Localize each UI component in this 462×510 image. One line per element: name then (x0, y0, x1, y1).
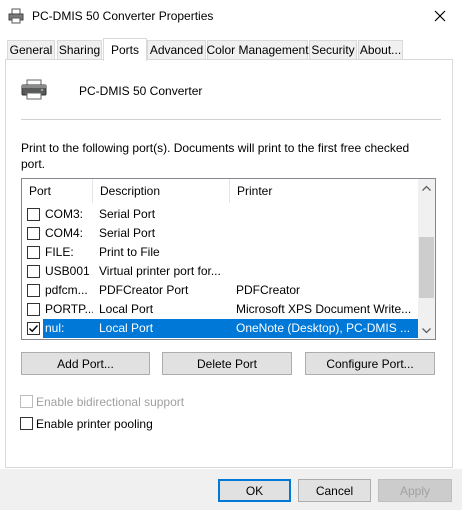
port-description: Serial Port (99, 226, 156, 240)
port-description: Print to File (99, 245, 160, 259)
port-printer (236, 224, 416, 243)
ports-description: Print to the following port(s). Document… (21, 141, 410, 171)
port-name: PORTP... (45, 302, 93, 316)
port-checkbox[interactable] (27, 227, 40, 240)
ok-button[interactable]: OK (218, 479, 291, 502)
port-name: nul: (45, 321, 65, 335)
title-bar: PC-DMIS 50 Converter Properties (0, 0, 462, 33)
scroll-down-button[interactable] (418, 322, 435, 339)
port-name: pdfcm... (45, 283, 88, 297)
column-header-printer[interactable]: Printer (230, 179, 418, 203)
scroll-up-button[interactable] (418, 179, 435, 196)
port-printer: PDFCreator (236, 283, 301, 297)
port-printer (236, 205, 416, 224)
scrollbar-thumb[interactable] (419, 237, 434, 298)
printer-name: PC-DMIS 50 Converter (79, 84, 203, 98)
port-checkbox[interactable] (27, 246, 40, 259)
close-button[interactable] (426, 5, 454, 27)
tab-sharing[interactable]: Sharing (57, 40, 102, 59)
port-description: Serial Port (99, 207, 156, 221)
tab-general[interactable]: General (7, 40, 55, 59)
port-name: COM3: (45, 207, 84, 221)
printer-pooling-label: Enable printer pooling (36, 417, 153, 431)
chevron-down-icon (422, 327, 431, 333)
window-title: PC-DMIS 50 Converter Properties (32, 9, 214, 23)
tab-security[interactable]: Security (309, 40, 357, 59)
chevron-up-icon (422, 185, 431, 191)
divider (21, 119, 441, 120)
port-row-nul[interactable]: nul: Local Port OneNote (Desktop), PC-DM… (22, 319, 418, 338)
apply-button[interactable]: Apply (378, 479, 452, 502)
port-description: Virtual printer port for... (99, 264, 221, 278)
tab-ports[interactable]: Ports (103, 38, 147, 61)
tab-label: General (9, 43, 53, 57)
port-row-portp[interactable]: PORTP... Local Port Microsoft XPS Docume… (22, 300, 418, 319)
printer-icon (8, 8, 24, 24)
port-checkbox[interactable] (27, 265, 40, 278)
port-checkbox[interactable] (27, 284, 40, 297)
tab-label: Sharing (58, 43, 101, 57)
checkmark-icon (29, 325, 39, 333)
column-header-port[interactable]: Port (22, 179, 93, 203)
port-checkbox[interactable] (27, 208, 40, 221)
port-printer (236, 262, 416, 281)
port-checkbox[interactable] (27, 303, 40, 316)
port-row-com4[interactable]: COM4: Serial Port (22, 224, 418, 243)
printer-icon (20, 78, 48, 102)
port-name: USB001 (45, 264, 90, 278)
port-description: Local Port (99, 302, 154, 316)
cancel-button[interactable]: Cancel (298, 479, 371, 502)
tab-label: Ports (110, 43, 139, 57)
tab-label: Advanced (149, 43, 204, 57)
configure-port-button[interactable]: Configure Port... (305, 352, 435, 375)
tab-label: Color Management (206, 43, 309, 57)
port-printer (236, 243, 416, 262)
port-description: PDFCreator Port (99, 283, 189, 297)
tab-color-management[interactable]: Color Management (206, 40, 309, 59)
delete-port-button[interactable]: Delete Port (162, 352, 292, 375)
port-row-com3[interactable]: COM3: Serial Port (22, 205, 418, 224)
port-row-usb001[interactable]: USB001 Virtual printer port for... (22, 262, 418, 281)
tab-advanced[interactable]: Advanced (147, 40, 206, 59)
port-printer: OneNote (Desktop), PC-DMIS ... (236, 321, 411, 335)
printer-pooling-checkbox[interactable] (20, 417, 33, 430)
port-name: FILE: (45, 245, 74, 259)
tab-label: Security (311, 43, 355, 57)
tab-label: About... (359, 43, 402, 57)
port-row-pdfcm[interactable]: pdfcm... PDFCreator Port PDFCreator (22, 281, 418, 300)
vertical-scrollbar[interactable] (418, 179, 435, 339)
tab-about[interactable]: About... (358, 40, 403, 59)
port-description: Local Port (99, 321, 154, 335)
port-checkbox[interactable] (27, 322, 40, 335)
bidirectional-checkbox[interactable] (20, 395, 33, 408)
port-list[interactable]: Port Description Printer COM3: Serial Po… (21, 178, 436, 340)
port-name: COM4: (45, 226, 84, 240)
port-list-header: Port Description Printer (22, 179, 418, 203)
column-header-description[interactable]: Description (93, 179, 230, 203)
port-row-file[interactable]: FILE: Print to File (22, 243, 418, 262)
add-port-button[interactable]: Add Port... (21, 352, 150, 375)
bidirectional-label: Enable bidirectional support (36, 395, 185, 409)
close-icon (434, 10, 446, 22)
port-printer: Microsoft XPS Document Write... (236, 302, 412, 316)
